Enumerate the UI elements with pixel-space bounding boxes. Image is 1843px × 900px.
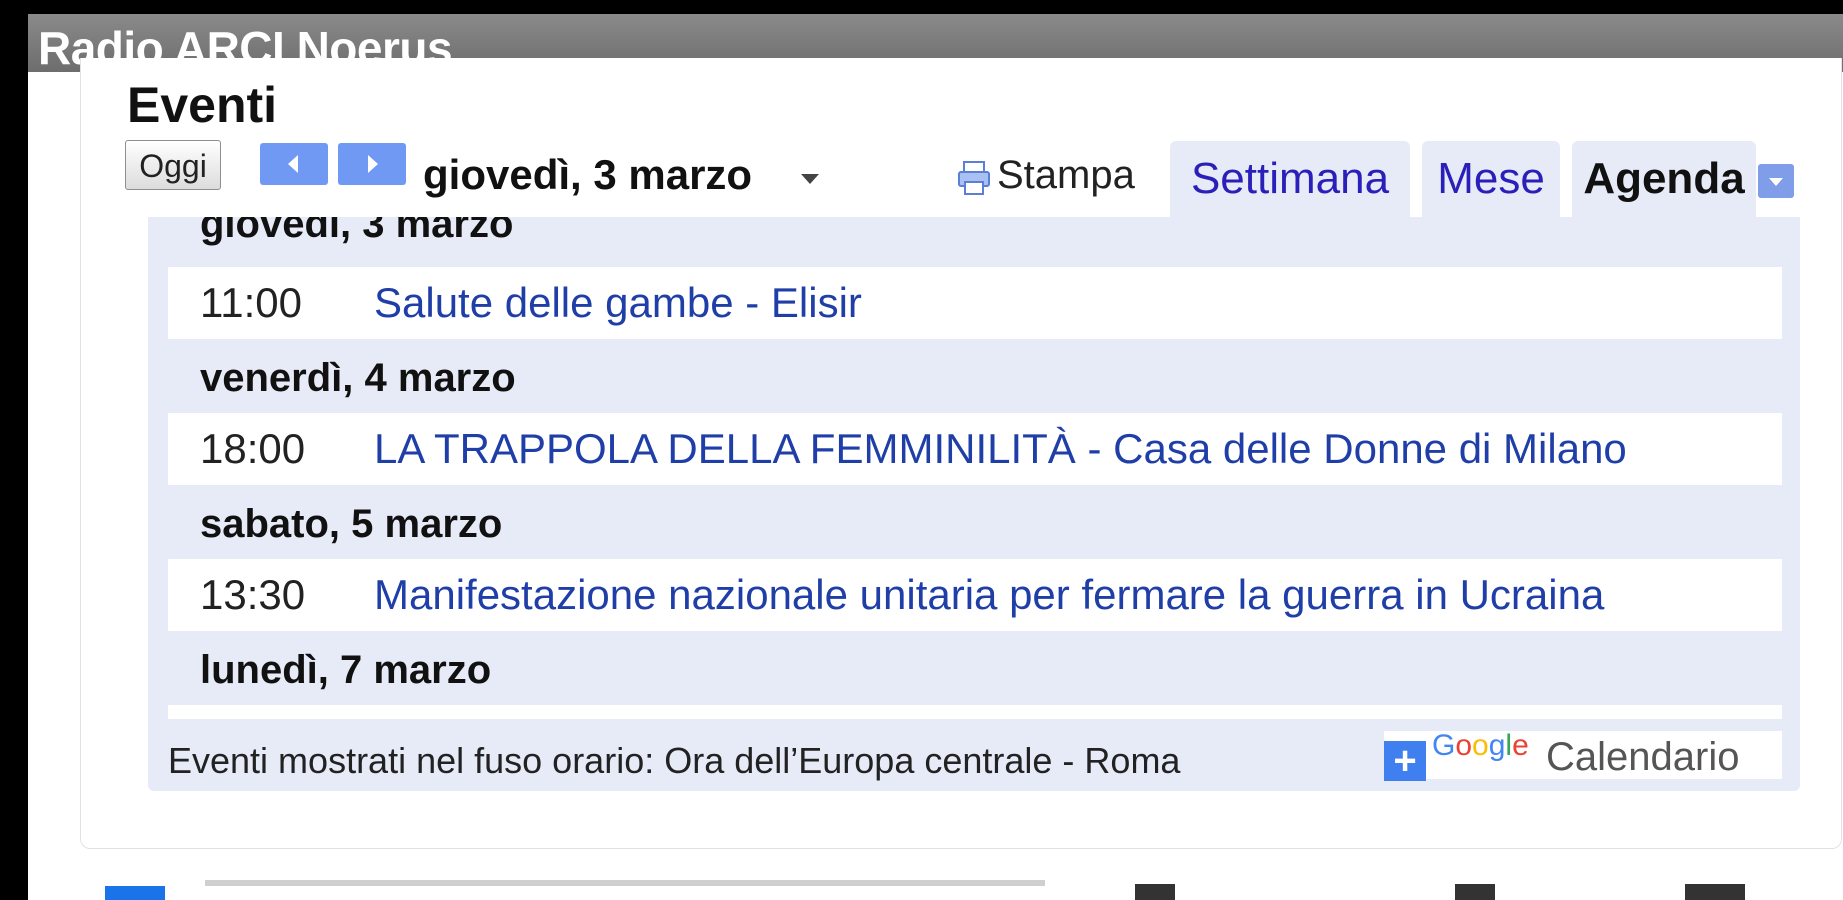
event-time: 13:30 xyxy=(200,571,306,618)
next-button[interactable] xyxy=(338,143,406,185)
widget-heading: Eventi xyxy=(127,77,278,133)
tab-agenda[interactable]: Agenda xyxy=(1572,141,1756,217)
page-content-below xyxy=(105,876,1805,900)
day-header: giovedì, 3 marzo xyxy=(200,217,514,246)
print-label: Stampa xyxy=(997,153,1135,197)
event-link[interactable]: Salute delle gambe - Elisir xyxy=(374,267,862,339)
agenda-list[interactable]: giovedì, 3 marzo 11:00 Salute delle gamb… xyxy=(148,217,1800,719)
day-header: lunedì, 7 marzo xyxy=(200,648,492,692)
calendar-label: Calendario xyxy=(1546,735,1740,779)
view-menu-button[interactable] xyxy=(1758,164,1794,198)
printer-icon xyxy=(958,161,990,195)
event-row[interactable]: 11:00 Salute delle gambe - Elisir xyxy=(168,267,1782,339)
agenda-footer: Eventi mostrati nel fuso orario: Ora del… xyxy=(148,719,1800,791)
tab-settimana[interactable]: Settimana xyxy=(1170,141,1410,217)
event-row[interactable]: 18:00 LA TRAPPOLA DELLA FEMMINILITÀ - Ca… xyxy=(168,413,1782,485)
event-link[interactable]: LA TRAPPOLA DELLA FEMMINILITÀ - Casa del… xyxy=(374,413,1627,485)
event-link[interactable]: Manifestazione nazionale unitaria per fe… xyxy=(374,559,1604,631)
event-time: 18:00 xyxy=(200,425,306,472)
prev-button[interactable] xyxy=(260,143,328,185)
chevron-down-icon xyxy=(1769,178,1783,186)
chevron-left-icon xyxy=(288,155,298,173)
day-header: venerdì, 4 marzo xyxy=(200,356,516,400)
plus-icon: + xyxy=(1384,741,1426,781)
today-button[interactable]: Oggi xyxy=(125,140,221,190)
timezone-note: Eventi mostrati nel fuso orario: Ora del… xyxy=(168,740,1181,781)
event-row[interactable]: 13:30 Manifestazione nazionale unitaria … xyxy=(168,559,1782,631)
current-date-picker[interactable]: giovedì, 3 marzo xyxy=(423,150,752,200)
tab-mese[interactable]: Mese xyxy=(1422,141,1560,217)
chevron-down-icon[interactable] xyxy=(799,172,821,186)
google-logo: Google xyxy=(1432,729,1529,762)
chevron-right-icon xyxy=(368,155,378,173)
google-calendar-link[interactable]: + Google Calendario xyxy=(1384,729,1782,781)
event-time: 11:00 xyxy=(200,279,302,326)
event-row[interactable] xyxy=(168,705,1782,719)
day-header: sabato, 5 marzo xyxy=(200,502,503,546)
